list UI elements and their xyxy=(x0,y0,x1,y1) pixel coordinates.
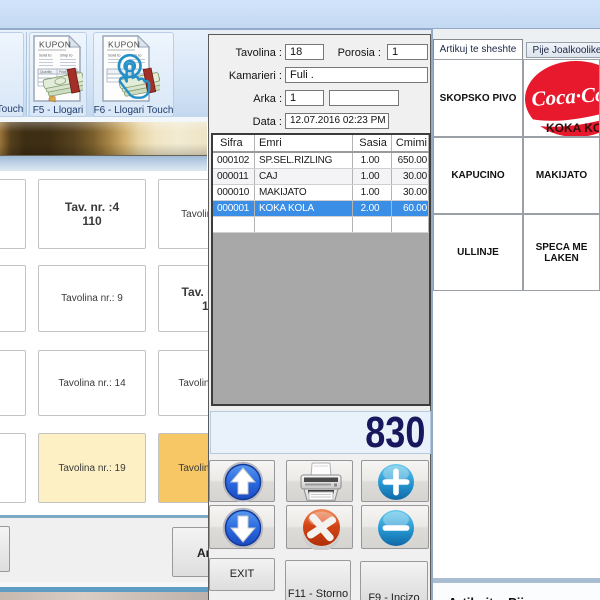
svg-text:Ship to: Ship to xyxy=(60,53,73,58)
svg-text:Price: Price xyxy=(59,70,66,74)
svg-text:KOKA KOLA: KOKA KOLA xyxy=(546,121,600,135)
svg-text:Sold to: Sold to xyxy=(108,53,121,58)
svg-text:KUPON: KUPON xyxy=(108,40,140,50)
svg-text:KUPON: KUPON xyxy=(39,40,71,50)
svg-text:Sold to: Sold to xyxy=(39,53,52,58)
svg-text:Quantity: Quantity xyxy=(40,70,52,74)
